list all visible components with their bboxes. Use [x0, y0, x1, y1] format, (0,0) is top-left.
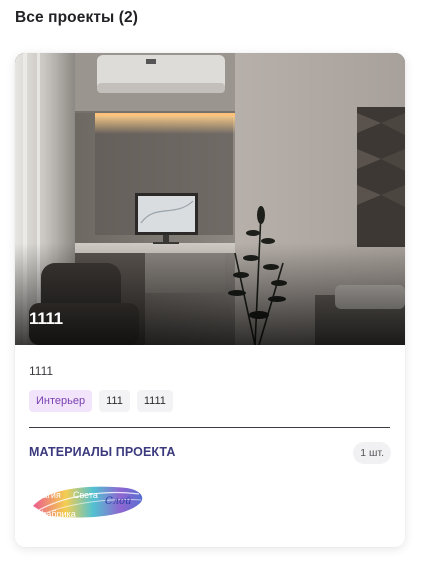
tag-item[interactable]: 111 [99, 390, 130, 412]
project-image-title: 1111 [29, 309, 63, 328]
brand-logo[interactable]: Магия Света фабрика Слой [29, 480, 147, 524]
brand-logo-line1: Магия [35, 490, 61, 500]
project-card[interactable]: 1111 1111 Интерьер 111 1111 МАТЕРИАЛЫ ПР… [15, 53, 405, 547]
materials-count-badge: 1 шт. [353, 442, 391, 464]
divider [29, 427, 390, 428]
project-cover-image[interactable]: 1111 [15, 53, 405, 345]
tag-item[interactable]: 1111 [136, 390, 173, 412]
project-tags: Интерьер 111 1111 [29, 390, 173, 412]
brand-logo-line3: фабрика [39, 509, 76, 519]
page-title: Все проекты (2) [15, 9, 138, 26]
brand-logo-line2: Света [73, 490, 98, 500]
tag-interior[interactable]: Интерьер [29, 390, 93, 412]
brand-logo-script: Слой [105, 496, 131, 507]
materials-title: МАТЕРИАЛЫ ПРОЕКТА [29, 445, 176, 459]
project-name: 1111 [29, 364, 54, 378]
